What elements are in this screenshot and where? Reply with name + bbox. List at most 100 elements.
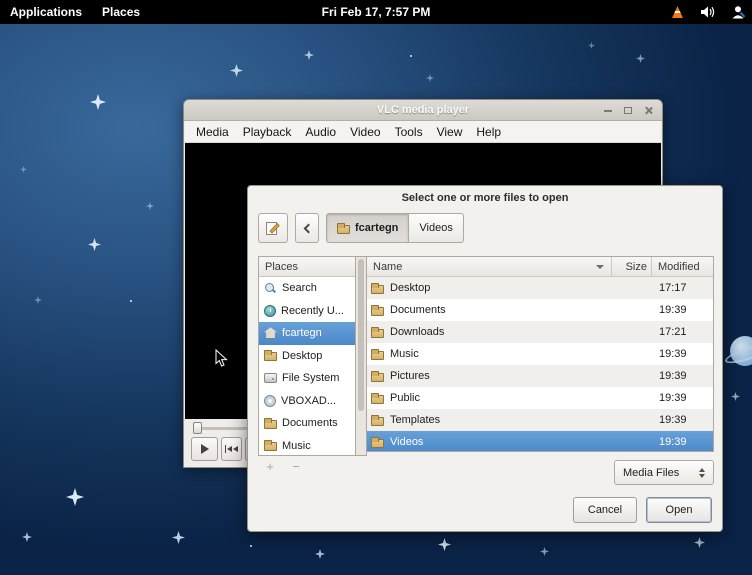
play-button[interactable] <box>191 437 218 461</box>
file-row-documents[interactable]: Documents 19:39 <box>367 299 713 321</box>
clock[interactable]: Fri Feb 17, 7:57 PM <box>322 5 431 19</box>
star-icon <box>250 545 252 547</box>
file-row-downloads[interactable]: Downloads 17:21 <box>367 321 713 343</box>
menu-tools[interactable]: Tools <box>388 123 430 141</box>
vlc-tray-icon[interactable] <box>671 6 684 18</box>
dialog-title: Select one or more files to open <box>248 192 722 204</box>
menu-help[interactable]: Help <box>469 123 508 141</box>
menu-view[interactable]: View <box>430 123 470 141</box>
file-modified-cell: 17:21 <box>651 326 713 338</box>
menu-audio[interactable]: Audio <box>298 123 343 141</box>
file-modified-cell: 17:17 <box>651 282 713 294</box>
vlc-titlebar[interactable]: VLC media player <box>184 100 662 121</box>
minimize-icon[interactable] <box>604 110 612 112</box>
file-modified-cell: 19:39 <box>651 392 713 404</box>
open-button[interactable]: Open <box>646 497 712 523</box>
close-icon[interactable] <box>644 106 653 115</box>
star-icon <box>34 296 42 304</box>
pathbar-videos-label: Videos <box>419 222 452 234</box>
file-name-cell: Music <box>390 348 419 360</box>
play-icon <box>201 444 209 454</box>
column-header-name[interactable]: Name <box>367 257 611 276</box>
file-modified-cell: 19:39 <box>651 348 713 360</box>
cancel-button[interactable]: Cancel <box>573 497 637 523</box>
star-icon <box>172 531 185 544</box>
menu-media[interactable]: Media <box>189 123 236 141</box>
file-list-header: Name Size Modified <box>367 257 713 277</box>
file-type-value: Media Files <box>615 467 695 479</box>
type-filename-button[interactable] <box>258 213 288 243</box>
file-row-desktop[interactable]: Desktop 17:17 <box>367 277 713 299</box>
sidebar-item-vboxadditions[interactable]: VBOXAD... <box>259 390 355 413</box>
clock-icon <box>264 305 276 317</box>
file-modified-cell: 19:39 <box>651 370 713 382</box>
applications-menu[interactable]: Applications <box>0 0 92 24</box>
file-name-cell: Desktop <box>390 282 430 294</box>
star-icon <box>146 202 154 210</box>
star-icon <box>438 538 451 551</box>
pencil-icon <box>265 220 281 236</box>
star-icon <box>230 64 243 77</box>
folder-icon <box>371 327 384 338</box>
sidebar-item-search[interactable]: Search <box>259 277 355 300</box>
folder-icon <box>371 349 384 360</box>
folder-icon <box>371 415 384 426</box>
star-icon <box>540 547 549 556</box>
folder-icon <box>371 305 384 316</box>
file-name-cell: Videos <box>390 436 423 448</box>
remove-bookmark-button <box>286 459 306 474</box>
places-sidebar: Places Search Recently U... fcartegn Des… <box>258 256 356 456</box>
places-menu[interactable]: Places <box>92 0 150 24</box>
sidebar-item-recently-used[interactable]: Recently U... <box>259 300 355 323</box>
file-name-cell: Templates <box>390 414 440 426</box>
top-panel: Applications Places Fri Feb 17, 7:57 PM <box>0 0 752 24</box>
combobox-arrows-icon <box>695 468 713 478</box>
disc-icon <box>264 395 276 407</box>
star-icon <box>315 549 325 559</box>
star-icon <box>20 166 27 173</box>
sidebar-item-desktop[interactable]: Desktop <box>259 345 355 368</box>
menu-video[interactable]: Video <box>343 123 387 141</box>
file-row-music[interactable]: Music 19:39 <box>367 343 713 365</box>
star-icon <box>88 238 101 251</box>
places-header[interactable]: Places <box>259 257 355 277</box>
file-type-combobox[interactable]: Media Files <box>614 460 714 485</box>
volume-icon[interactable] <box>700 6 715 18</box>
back-button[interactable] <box>295 213 319 243</box>
drive-icon <box>264 373 277 383</box>
pathbar-videos-button[interactable]: Videos <box>409 213 463 243</box>
folder-icon <box>371 393 384 404</box>
star-icon <box>22 532 32 542</box>
folder-icon <box>264 440 277 451</box>
pathbar-home-button[interactable]: fcartegn <box>326 213 409 243</box>
column-header-modified[interactable]: Modified <box>651 257 713 276</box>
column-header-size[interactable]: Size <box>611 257 651 276</box>
previous-button[interactable] <box>221 437 242 461</box>
planet-decoration <box>730 336 752 366</box>
file-row-templates[interactable]: Templates 19:39 <box>367 409 713 431</box>
file-row-pictures[interactable]: Pictures 19:39 <box>367 365 713 387</box>
sidebar-item-music[interactable]: Music <box>259 435 355 457</box>
vlc-window-title: VLC media player <box>377 104 469 116</box>
star-icon <box>694 537 705 548</box>
menu-playback[interactable]: Playback <box>236 123 299 141</box>
file-row-videos[interactable]: Videos 19:39 <box>367 431 713 452</box>
path-bar: fcartegn Videos <box>326 213 464 243</box>
file-modified-cell: 19:39 <box>651 436 713 448</box>
sidebar-item-home[interactable]: fcartegn <box>259 322 355 345</box>
file-name-cell: Public <box>390 392 420 404</box>
mouse-cursor <box>215 349 228 368</box>
previous-icon <box>225 445 227 453</box>
star-icon <box>426 74 434 82</box>
folder-icon <box>371 283 384 294</box>
file-row-public[interactable]: Public 19:39 <box>367 387 713 409</box>
sidebar-item-filesystem[interactable]: File System <box>259 367 355 390</box>
sidebar-item-documents[interactable]: Documents <box>259 412 355 435</box>
maximize-icon[interactable] <box>624 107 632 114</box>
user-account-icon[interactable] <box>731 5 746 19</box>
seek-slider-handle[interactable] <box>193 422 202 434</box>
star-icon <box>588 42 595 49</box>
star-icon <box>636 54 645 63</box>
file-name-cell: Downloads <box>390 326 444 338</box>
scrollbar-thumb[interactable] <box>358 259 364 411</box>
